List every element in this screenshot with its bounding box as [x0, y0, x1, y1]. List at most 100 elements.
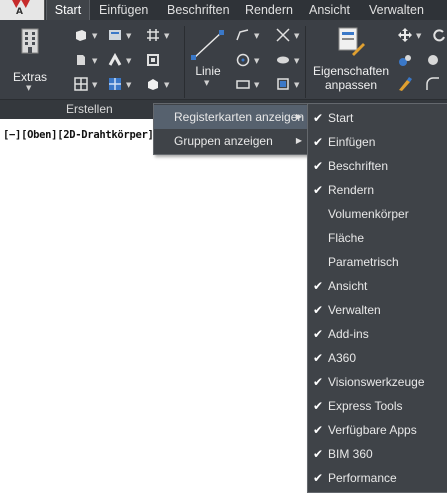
- menu-item-label: Gruppen anzeigen: [174, 134, 273, 148]
- checkmark-icon: ✔: [313, 279, 324, 293]
- array-icon[interactable]: [108, 77, 122, 91]
- tab-rendern[interactable]: Rendern: [245, 0, 293, 20]
- chevron-down-icon[interactable]: ▼: [254, 32, 259, 40]
- frame-icon[interactable]: [146, 53, 160, 67]
- hatch-icon[interactable]: [276, 77, 290, 91]
- submenu-item[interactable]: ✔ Beschriften: [308, 154, 447, 178]
- group-label-erstellen: Erstellen: [66, 102, 113, 116]
- chevron-down-icon[interactable]: ▼: [92, 57, 97, 65]
- tab-ansicht[interactable]: Ansicht: [309, 0, 350, 20]
- extras-label: Extras: [12, 70, 47, 84]
- submenu-arrow-icon: ▶: [295, 112, 302, 121]
- submenu-item[interactable]: Parametrisch: [308, 250, 447, 274]
- circle-icon[interactable]: [236, 53, 250, 67]
- menu-item-show-groups[interactable]: Gruppen anzeigen ▶: [154, 129, 307, 153]
- submenu-item-label: Express Tools: [328, 399, 403, 413]
- chevron-down-icon: ▼: [204, 79, 210, 87]
- chevron-down-icon[interactable]: ▼: [164, 81, 169, 89]
- checkmark-icon: ✔: [313, 303, 324, 317]
- submenu-item-label: Rendern: [328, 183, 375, 197]
- submenu-arrow-icon: ▶: [295, 136, 302, 145]
- table-icon[interactable]: [74, 77, 88, 91]
- rotate-icon[interactable]: [432, 28, 446, 42]
- submenu-item-label: A360: [328, 351, 357, 365]
- checkmark-icon: ✔: [313, 375, 324, 389]
- submenu-item[interactable]: ✔ Verfügbare Apps: [308, 418, 447, 442]
- polyline-icon[interactable]: [236, 28, 250, 42]
- submenu-item[interactable]: ✔ Add-ins: [308, 322, 447, 346]
- submenu-item[interactable]: Fläche: [308, 226, 447, 250]
- grid-icon[interactable]: [146, 28, 160, 42]
- fillet-icon[interactable]: [426, 77, 440, 91]
- app-logo-letter: A: [16, 7, 23, 17]
- submenu-item[interactable]: ✔ Verwalten: [308, 298, 447, 322]
- submenu-item-label: Performance: [328, 471, 397, 485]
- viewport-controls-label[interactable]: [−][Oben][2D-Drahtkörper]: [3, 129, 154, 141]
- chevron-down-icon[interactable]: ▼: [294, 81, 299, 89]
- submenu-item[interactable]: ✔ Rendern: [308, 178, 447, 202]
- submenu-item-label: Beschriften: [328, 159, 389, 173]
- menu-item-show-tabs[interactable]: Registerkarten anzeigen ▶: [154, 105, 307, 129]
- submenu-item-label: Visionswerkzeuge: [328, 375, 425, 389]
- extrude-icon[interactable]: [108, 28, 122, 42]
- tab-einfuegen[interactable]: Einfügen: [99, 0, 148, 20]
- tab-beschriften[interactable]: Beschriften: [167, 0, 230, 20]
- chevron-down-icon[interactable]: ▼: [294, 57, 299, 65]
- ribbon-tab-bar: A Start Einfügen Beschriften Rendern Ans…: [0, 0, 447, 20]
- line-button[interactable]: Linie ▼: [186, 26, 230, 92]
- chevron-down-icon[interactable]: ▼: [254, 57, 259, 65]
- cube-icon[interactable]: [146, 77, 160, 91]
- submenu-item-label: Volumenkörper: [328, 207, 409, 221]
- checkmark-icon: ✔: [313, 111, 324, 125]
- sweep-icon[interactable]: [108, 53, 122, 67]
- submenu-item-label: Einfügen: [328, 135, 376, 149]
- submenu-item-label: Add-ins: [328, 327, 369, 341]
- panel-divider: [184, 26, 185, 98]
- chevron-down-icon[interactable]: ▼: [92, 81, 97, 89]
- submenu-item[interactable]: ✔ Visionswerkzeuge: [308, 370, 447, 394]
- submenu-item[interactable]: ✔ Start: [308, 106, 447, 130]
- rectangle-icon[interactable]: [236, 77, 250, 91]
- extras-button[interactable]: Extras ▼: [6, 26, 54, 92]
- chevron-down-icon[interactable]: ▼: [92, 32, 97, 40]
- tab-verwalten[interactable]: Verwalten: [369, 0, 424, 20]
- tabs-submenu: ✔ Start ✔ Einfügen ✔ Beschriften ✔ Rendern Volum…: [307, 103, 447, 493]
- chevron-down-icon[interactable]: ▼: [294, 32, 299, 40]
- chevron-down-icon[interactable]: ▼: [126, 81, 131, 89]
- submenu-item[interactable]: ✔ Performance: [308, 466, 447, 490]
- checkmark-icon: ✔: [313, 471, 324, 485]
- checkmark-icon: ✔: [313, 183, 324, 197]
- ribbon-context-menu: Registerkarten anzeigen ▶ Gruppen anzeig…: [153, 103, 308, 155]
- chevron-down-icon[interactable]: ▼: [126, 32, 131, 40]
- submenu-item[interactable]: ✔ Express Tools: [308, 394, 447, 418]
- building-icon: [21, 28, 39, 54]
- customize-properties-button[interactable]: Eigenschaften anpassen: [308, 26, 394, 94]
- stretch-icon[interactable]: [398, 77, 412, 91]
- submenu-item-label: Parametrisch: [328, 255, 399, 269]
- tab-start[interactable]: Start: [46, 0, 90, 20]
- checkmark-icon: ✔: [313, 399, 324, 413]
- submenu-item[interactable]: ✔ Ansicht: [308, 274, 447, 298]
- properties-label-2: anpassen: [324, 78, 378, 92]
- xline-icon[interactable]: [276, 28, 290, 42]
- submenu-item[interactable]: ✔ Einfügen: [308, 130, 447, 154]
- submenu-item-label: Verwalten: [328, 303, 381, 317]
- checkmark-icon: ✔: [313, 447, 324, 461]
- mirror-icon[interactable]: [426, 53, 440, 67]
- chevron-down-icon: ▼: [26, 84, 32, 92]
- ellipse-icon[interactable]: [276, 53, 290, 67]
- checkmark-icon: ✔: [313, 327, 324, 341]
- copy-icon[interactable]: [398, 53, 412, 67]
- submenu-item[interactable]: ✔ BIM 360: [308, 442, 447, 466]
- chevron-down-icon[interactable]: ▼: [254, 81, 259, 89]
- move-icon[interactable]: [398, 28, 412, 42]
- submenu-item[interactable]: Volumenkörper: [308, 202, 447, 226]
- panel-divider: [305, 26, 306, 98]
- application-menu-button[interactable]: A: [0, 0, 45, 20]
- chevron-down-icon[interactable]: ▼: [416, 32, 421, 40]
- chevron-down-icon[interactable]: ▼: [164, 32, 169, 40]
- revolve-icon[interactable]: [74, 53, 88, 67]
- chevron-down-icon[interactable]: ▼: [126, 57, 131, 65]
- box-icon[interactable]: [74, 28, 88, 42]
- submenu-item[interactable]: ✔ A360: [308, 346, 447, 370]
